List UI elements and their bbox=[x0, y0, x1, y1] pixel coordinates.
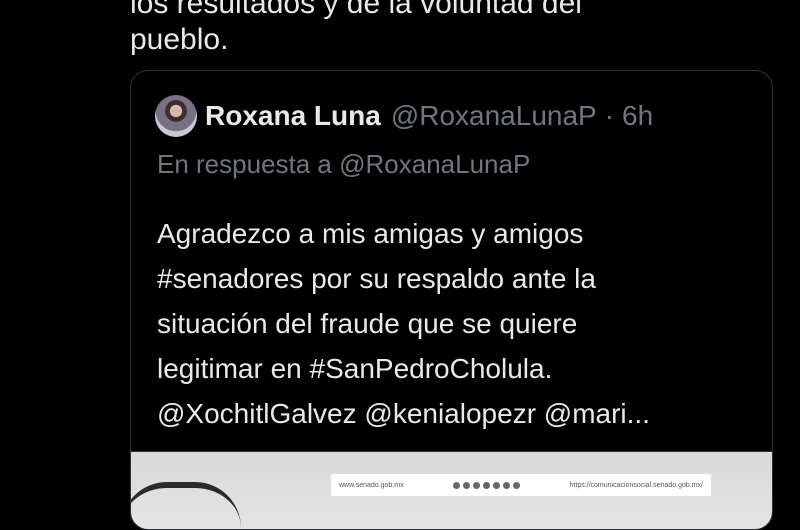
tweet-text-cut-line: los resultados y de la voluntad del bbox=[130, 0, 582, 20]
tweet-line[interactable]: #senadores por su respaldo ante la bbox=[157, 256, 757, 301]
social-icon bbox=[463, 481, 471, 489]
social-icon bbox=[483, 481, 491, 489]
separator-dot: · bbox=[604, 100, 615, 131]
social-icon bbox=[453, 481, 461, 489]
author-handle[interactable]: @RoxanaLunaP bbox=[391, 100, 597, 132]
reply-to-label[interactable]: En respuesta a @RoxanaLunaP bbox=[157, 149, 530, 180]
social-icon bbox=[513, 481, 521, 489]
social-icon bbox=[503, 481, 511, 489]
media-banner: www.senado.gob.mx https://comunicacionso… bbox=[331, 474, 711, 496]
tweet-line[interactable]: @XochitlGalvez @kenialopezr @mari... bbox=[157, 391, 757, 436]
tweet-line: Agradezco a mis amigas y amigos bbox=[157, 218, 584, 249]
social-icons bbox=[453, 481, 521, 489]
tweet-text-line: pueblo. bbox=[130, 23, 229, 56]
timestamp[interactable]: 6h bbox=[622, 100, 653, 132]
social-icon bbox=[493, 481, 501, 489]
tweet-line: situación del fraude que se quiere bbox=[157, 308, 578, 339]
quoted-tweet-card[interactable]: Roxana Luna @RoxanaLunaP · 6h En respues… bbox=[130, 70, 773, 530]
avatar[interactable] bbox=[155, 95, 197, 137]
banner-left-text: www.senado.gob.mx bbox=[339, 481, 404, 489]
social-icon bbox=[473, 481, 481, 489]
quoted-tweet-header: Roxana Luna @RoxanaLunaP · 6h bbox=[155, 95, 653, 137]
tweet-line[interactable]: legitimar en #SanPedroCholula. bbox=[157, 346, 757, 391]
quoted-tweet-text: Agradezco a mis amigas y amigos #senador… bbox=[157, 211, 757, 436]
media-decoration bbox=[131, 482, 241, 528]
tweet-media-image[interactable]: www.senado.gob.mx https://comunicacionso… bbox=[131, 451, 772, 529]
banner-right-text: https://comunicacionsocial.senado.gob.mx… bbox=[569, 481, 703, 489]
author-name[interactable]: Roxana Luna bbox=[205, 100, 381, 132]
